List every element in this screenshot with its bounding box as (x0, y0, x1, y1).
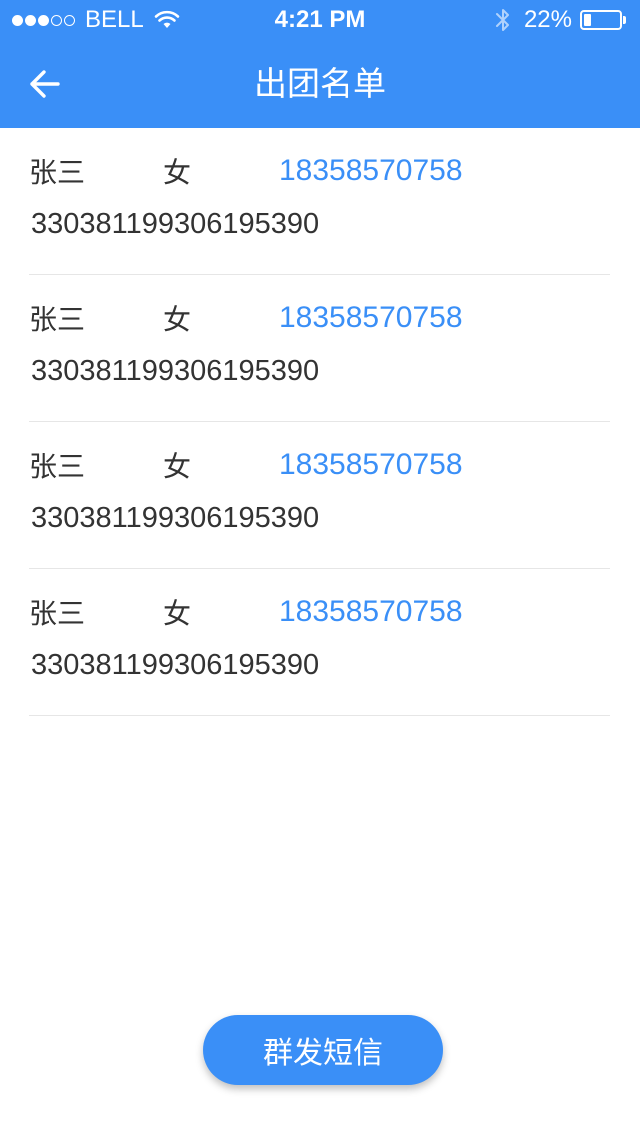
member-info-row: 张三 女 18358570758 (29, 297, 463, 339)
member-id-number: 330381199306195390 (31, 208, 320, 240)
battery-percentage: 22% (523, 6, 572, 33)
member-gender: 女 (163, 156, 192, 189)
status-bar: BELL 4:21 PM 22% (0, 0, 640, 40)
member-phone-link[interactable]: 18358570758 (279, 448, 463, 482)
member-phone-link[interactable]: 18358570758 (279, 595, 463, 629)
bluetooth-icon (495, 9, 509, 31)
battery-fill (584, 14, 591, 26)
member-info-row: 张三 女 18358570758 (29, 444, 463, 486)
list-item[interactable]: 张三 女 18358570758 330381199306195390 (29, 569, 610, 716)
member-name: 张三 (29, 156, 86, 189)
battery-tip (623, 16, 626, 24)
member-gender: 女 (163, 303, 192, 336)
member-gender: 女 (163, 597, 192, 630)
status-right: 22% (494, 6, 626, 34)
app-header: BELL 4:21 PM 22% 出团名单 (0, 0, 640, 128)
member-id-number: 330381199306195390 (31, 502, 320, 534)
list-item[interactable]: 张三 女 18358570758 330381199306195390 (29, 275, 610, 422)
send-group-sms-button[interactable]: 群发短信 (203, 1015, 443, 1085)
list-item[interactable]: 张三 女 18358570758 330381199306195390 (29, 128, 610, 275)
member-info-row: 张三 女 18358570758 (29, 150, 463, 192)
member-name: 张三 (29, 303, 86, 336)
member-info-row: 张三 女 18358570758 (29, 591, 463, 633)
member-gender: 女 (163, 450, 192, 483)
member-id-number: 330381199306195390 (31, 355, 320, 387)
member-phone-link[interactable]: 18358570758 (279, 301, 463, 335)
member-list: 张三 女 18358570758 330381199306195390 张三 女… (29, 128, 610, 716)
member-name: 张三 (29, 450, 86, 483)
battery-icon (580, 10, 622, 30)
page-title: 出团名单 (254, 64, 386, 103)
list-item[interactable]: 张三 女 18358570758 330381199306195390 (29, 422, 610, 569)
member-id-number: 330381199306195390 (31, 649, 320, 681)
member-name: 张三 (29, 597, 86, 630)
member-phone-link[interactable]: 18358570758 (279, 154, 463, 188)
